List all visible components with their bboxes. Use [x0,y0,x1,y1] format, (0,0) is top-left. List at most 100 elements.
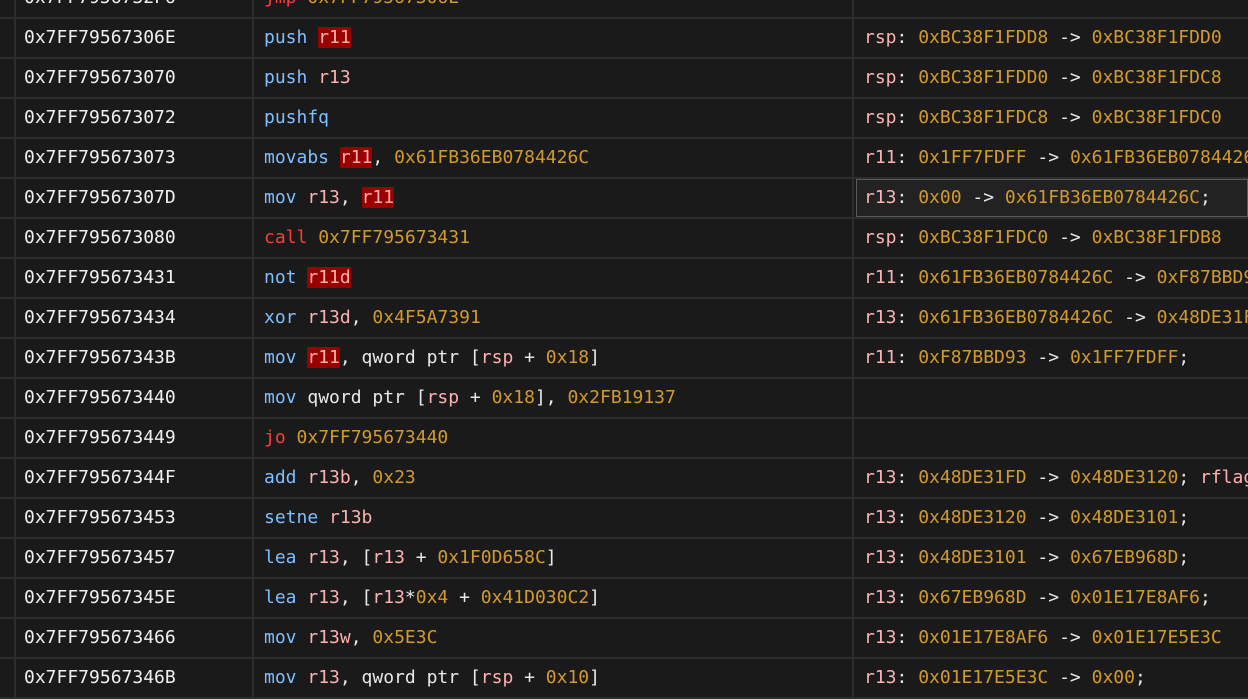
effects-cell[interactable]: rsp: 0xBC38F1FDC0 -> 0xBC38F1FDB8 [856,219,1248,257]
instruction-mnemonic: mov [264,347,297,368]
instruction-cell[interactable]: pushfq [256,99,854,137]
address-cell[interactable]: 0x7FF795673449 [16,419,254,457]
trace-row[interactable]: 0x7FF795673466 mov r13w, 0x5E3C r13: 0x01E… [0,619,1248,659]
instruction-cell[interactable]: lea r13, [r13*0x4 + 0x41D030C2] [256,579,854,617]
trace-row[interactable]: 0x7FF795673457 lea r13, [r13 + 0x1F0D658C… [0,539,1248,579]
effects-cell[interactable]: r13: 0x61FB36EB0784426C -> 0x48DE31FD [856,299,1248,337]
effects-cell[interactable]: r13: 0x48DE31FD -> 0x48DE3120; rflags [856,459,1248,497]
instruction-mnemonic: push [264,67,308,88]
effects-cell[interactable]: rsp: 0xBC38F1FDC8 -> 0xBC38F1FDC0 [856,99,1248,137]
address-cell[interactable]: 0x7FF79567343B [16,339,254,377]
trace-row[interactable]: 0x7FF795673449 jo 0x7FF795673440 [0,419,1248,459]
effects-cell[interactable] [856,379,1248,417]
effect-operand-syntax: ; [1178,507,1190,528]
effect-operand-syntax: -> [961,187,1005,208]
address-cell[interactable]: 0x7FF7956732F6 [16,0,254,17]
instruction-numeric-value: 0x4F5A7391 [372,307,481,328]
instruction-cell[interactable]: movabs r11, 0x61FB36EB0784426C [256,139,854,177]
effects-cell[interactable] [856,0,1248,17]
address-cell[interactable]: 0x7FF795673457 [16,539,254,577]
instruction-cell[interactable]: call 0x7FF795673431 [256,219,854,257]
trace-row[interactable]: 0x7FF795673453 setne r13b r13: 0x48DE3120 … [0,499,1248,539]
effects-cell[interactable]: r11: 0x1FF7FDFF -> 0x61FB36EB0784426C [856,139,1248,177]
effect-operand-syntax: ; [1178,347,1190,368]
row-gutter [0,379,16,417]
instruction-operand-syntax: ] [545,547,557,568]
instruction-cell[interactable]: jo 0x7FF795673440 [256,419,854,457]
trace-row[interactable]: 0x7FF795673073 movabs r11, 0x61FB36EB0784… [0,139,1248,179]
effect-operand-syntax: -> [1048,227,1092,248]
trace-row[interactable]: 0x7FF79567307D mov r13, r11 r13: 0x00 -> 0… [0,179,1248,219]
instruction-cell[interactable]: lea r13, [r13 + 0x1F0D658C] [256,539,854,577]
effects-cell-selected[interactable]: r13: 0x00 -> 0x61FB36EB0784426C; [856,179,1248,217]
address-cell[interactable]: 0x7FF79567307D [16,179,254,217]
instruction-cell[interactable]: mov r13w, 0x5E3C [256,619,854,657]
instruction-register: rsp [480,667,514,688]
trace-row[interactable]: 0x7FF795673080 call 0x7FF795673431 rsp: 0x… [0,219,1248,259]
effects-cell[interactable]: r13: 0x01E17E8AF6 -> 0x01E17E5E3C [856,619,1248,657]
address-cell[interactable]: 0x7FF795673440 [16,379,254,417]
instruction-cell[interactable]: push r11 [256,19,854,57]
effect-operand-syntax: -> [1048,67,1092,88]
trace-row[interactable]: 0x7FF795673434 xor r13d, 0x4F5A7391 r13: 0… [0,299,1248,339]
address-cell[interactable]: 0x7FF795673431 [16,259,254,297]
address-cell[interactable]: 0x7FF795673466 [16,619,254,657]
instruction-cell[interactable]: mov qword ptr [rsp + 0x18], 0x2FB19137 [256,379,854,417]
instruction-cell[interactable]: mov r13, r11 [256,179,854,217]
trace-row[interactable]: 0x7FF79567345E lea r13, [r13*0x4 + 0x41D0… [0,579,1248,619]
trace-row[interactable]: 0x7FF795673431 not r11d r11: 0x61FB36EB078… [0,259,1248,299]
address-cell[interactable]: 0x7FF795673453 [16,499,254,537]
effect-operand-syntax: ; [1134,667,1146,688]
trace-row[interactable]: 0x7FF79567346B mov r13, qword ptr [rsp + … [0,659,1248,699]
effect-numeric-value: 0x61FB36EB0784426C [1069,147,1248,168]
address-cell[interactable]: 0x7FF795673434 [16,299,254,337]
effects-cell[interactable] [856,419,1248,457]
instruction-cell[interactable]: add r13b, 0x23 [256,459,854,497]
effect-operand-syntax: : [896,67,919,88]
effect-operand-syntax: -> [1026,507,1070,528]
address-cell[interactable]: 0x7FF79567344F [16,459,254,497]
instruction-cell[interactable]: xor r13d, 0x4F5A7391 [256,299,854,337]
address-cell[interactable]: 0x7FF795673070 [16,59,254,97]
instruction-numeric-value: 0x18 [491,387,535,408]
effects-cell[interactable]: r13: 0x67EB968D -> 0x01E17E8AF6; [856,579,1248,617]
address-cell[interactable]: 0x7FF79567345E [16,579,254,617]
instruction-cell[interactable]: mov r13, qword ptr [rsp + 0x10] [256,659,854,697]
effect-operand-syntax: : [896,347,919,368]
trace-row[interactable]: 0x7FF795673070 push r13 rsp: 0xBC38F1FDD0 … [0,59,1248,99]
effect-operand-syntax: : [896,547,919,568]
effect-register: r13 [864,547,897,568]
effects-cell[interactable]: rsp: 0xBC38F1FDD0 -> 0xBC38F1FDC8 [856,59,1248,97]
effect-operand-syntax: -> [1048,27,1092,48]
trace-row[interactable]: 0x7FF79567306E push r11 rsp: 0xBC38F1FDD8 … [0,19,1248,59]
trace-row[interactable]: 0x7FF79567343B mov r11, qword ptr [rsp + … [0,339,1248,379]
trace-row[interactable]: 0x7FF79567344F add r13b, 0x23 r13: 0x48DE3… [0,459,1248,499]
instruction-operand-syntax: ] [589,587,600,608]
address-cell[interactable]: 0x7FF795673072 [16,99,254,137]
effects-cell[interactable]: r11: 0x61FB36EB0784426C -> 0xF87BBD93 [856,259,1248,297]
instruction-mnemonic: push [264,27,308,48]
instruction-mnemonic: add [264,467,297,488]
row-gutter [0,579,16,617]
effects-cell[interactable]: r13: 0x01E17E5E3C -> 0x00; [856,659,1248,697]
trace-row[interactable]: 0x7FF795673072 pushfq rsp: 0xBC38F1FDC8 ->… [0,99,1248,139]
address-cell[interactable]: 0x7FF795673080 [16,219,254,257]
effect-operand-syntax: -> [1048,627,1092,648]
instruction-cell[interactable]: setne r13b [256,499,854,537]
instruction-cell[interactable]: push r13 [256,59,854,97]
effects-cell[interactable]: rsp: 0xBC38F1FDD8 -> 0xBC38F1FDD0 [856,19,1248,57]
instruction-cell[interactable]: not r11d [256,259,854,297]
trace-row[interactable]: 0x7FF795673440 mov qword ptr [rsp + 0x18]… [0,379,1248,419]
effects-cell[interactable]: r11: 0xF87BBD93 -> 0x1FF7FDFF; [856,339,1248,377]
address-cell[interactable]: 0x7FF79567306E [16,19,254,57]
trace-row[interactable]: 0x7FF7956732F6jmp 0x7FF79567306E [0,0,1248,19]
address-cell[interactable]: 0x7FF79567346B [16,659,254,697]
effects-cell[interactable]: r13: 0x48DE3120 -> 0x48DE3101; [856,499,1248,537]
effect-numeric-value: 0x1FF7FDFF [1069,347,1179,368]
effect-numeric-value: 0x01E17E5E3C [1091,627,1222,648]
instruction-cell[interactable]: jmp 0x7FF79567306E [256,0,854,17]
address-cell[interactable]: 0x7FF795673073 [16,139,254,177]
instruction-cell[interactable]: mov r11, qword ptr [rsp + 0x18] [256,339,854,377]
effects-cell[interactable]: r13: 0x48DE3101 -> 0x67EB968D; [856,539,1248,577]
instruction-mnemonic: mov [264,627,297,648]
